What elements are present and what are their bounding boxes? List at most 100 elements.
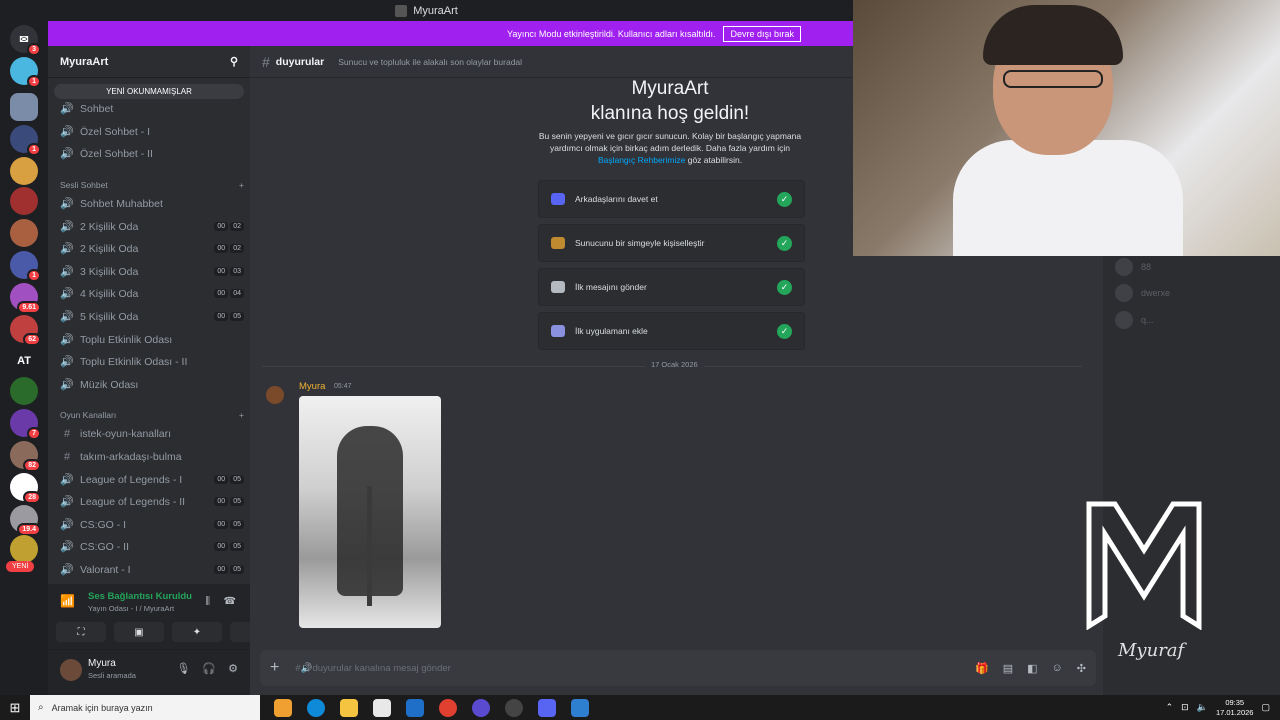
- message-composer[interactable]: + #🔊duyurular kanalına mesaj gönder 🎁 ▤ …: [260, 650, 1096, 686]
- channel-item[interactable]: 🔊 3 Kişilik Oda 00 03: [56, 261, 244, 282]
- sticker-icon[interactable]: ◧: [1027, 662, 1037, 675]
- channel-topic[interactable]: Sunucu ve topluluk ile alakalı son olayl…: [338, 57, 522, 67]
- apps-icon[interactable]: ✣: [1077, 662, 1086, 675]
- member-item[interactable]: 88: [1115, 258, 1151, 276]
- screen-share-icon[interactable]: ▣: [114, 622, 164, 642]
- server-icon[interactable]: [10, 535, 38, 563]
- task-invite-friends[interactable]: Arkadaşlarını davet et ✓: [538, 180, 805, 218]
- check-icon: ✓: [777, 323, 792, 339]
- add-channel-icon[interactable]: +: [239, 410, 244, 420]
- channel-item[interactable]: 🔊 5 Kişilik Oda 00 05: [56, 306, 244, 327]
- channel-item[interactable]: 🔊 2 Kişilik Oda 00 02: [56, 216, 244, 237]
- add-channel-icon[interactable]: +: [239, 180, 244, 190]
- task-add-app[interactable]: İlk uygulamanı ekle ✓: [538, 312, 805, 350]
- username[interactable]: Myura: [88, 658, 116, 669]
- composer-input[interactable]: #🔊duyurular kanalına mesaj gönder: [295, 663, 450, 674]
- edge-icon[interactable]: [307, 698, 325, 717]
- channel-item[interactable]: 🔊 Özel Sohbet - I: [56, 121, 244, 142]
- volume-icon[interactable]: 🔈: [1197, 702, 1208, 713]
- task-customize-icon[interactable]: Sunucunu bir simgeyle kişiselleştir ✓: [538, 224, 805, 262]
- channel-item[interactable]: 🔊 CS:GO - I 00 05: [56, 514, 244, 535]
- user-limit: 00 02: [214, 244, 244, 253]
- app-icon[interactable]: [571, 698, 589, 717]
- discord-icon[interactable]: [538, 698, 556, 717]
- task-first-message[interactable]: İlk mesajını gönder ✓: [538, 268, 805, 306]
- server-icon[interactable]: 7: [10, 409, 41, 440]
- server-icon[interactable]: 9.61: [10, 283, 41, 314]
- folder-icon[interactable]: [340, 698, 358, 717]
- new-servers-pill[interactable]: YENİ: [6, 561, 35, 572]
- server-icon[interactable]: 19.4: [10, 505, 41, 536]
- clock[interactable]: 09:35 17.01.2026: [1216, 698, 1254, 718]
- store-icon[interactable]: [373, 698, 391, 717]
- gif-icon[interactable]: ▤: [1003, 662, 1013, 675]
- noise-suppression-icon[interactable]: ⫼: [205, 596, 210, 607]
- home-icon[interactable]: ✉ 3: [10, 25, 41, 56]
- notification-icon[interactable]: ▢: [1261, 702, 1270, 713]
- server-icon[interactable]: [10, 187, 38, 215]
- server-icon[interactable]: AT: [10, 347, 38, 375]
- channel-item[interactable]: 🔊 Sohbet Muhabbet: [56, 193, 244, 214]
- category-voice[interactable]: Sesli Sohbet +: [60, 180, 244, 190]
- mail-icon[interactable]: [406, 698, 424, 717]
- add-member-icon[interactable]: ⚲: [230, 55, 238, 68]
- emoji-icon[interactable]: ☺: [1052, 662, 1063, 675]
- network-icon[interactable]: ⊡: [1181, 702, 1189, 713]
- chrome-icon[interactable]: [439, 698, 457, 717]
- app-icon[interactable]: [274, 698, 292, 717]
- server-icon[interactable]: 82: [10, 441, 41, 472]
- chevron-up-icon[interactable]: ⌃: [1166, 702, 1174, 713]
- message-image[interactable]: [299, 396, 441, 628]
- disconnect-icon[interactable]: ☎: [224, 596, 236, 607]
- windows-start-icon[interactable]: ⊞: [0, 695, 30, 720]
- channel-item[interactable]: 🔊 Müzik Odası: [56, 374, 244, 395]
- server-icon[interactable]: 1: [10, 125, 41, 156]
- channel-item[interactable]: 🔊 Toplu Etkinlik Odası - II: [56, 351, 244, 372]
- clock-date: 17.01.2026: [1215, 707, 1254, 717]
- activities-icon[interactable]: ✦: [172, 622, 222, 642]
- app-icon[interactable]: [472, 698, 490, 717]
- channel-item[interactable]: 🔊 CS:GO - II 00 05: [56, 536, 244, 557]
- channel-item[interactable]: 🔊 2 Kişilik Oda 00 02: [56, 238, 244, 259]
- server-header[interactable]: MyuraArt ⚲: [48, 46, 250, 78]
- guide-link[interactable]: Başlangıç Rehberimize: [598, 155, 685, 165]
- voice-location[interactable]: Yayın Odası - I / MyuraArt: [88, 604, 174, 613]
- search-input[interactable]: Aramak için buraya yazın: [52, 703, 153, 713]
- server-icon[interactable]: [10, 93, 38, 121]
- server-icon[interactable]: 28: [10, 473, 41, 504]
- unread-pill[interactable]: YENİ OKUNMAMIŞLAR: [54, 84, 244, 99]
- server-icon[interactable]: [10, 157, 38, 185]
- plus-icon[interactable]: +: [270, 659, 279, 677]
- taskbar-search[interactable]: ⌕ Aramak için buraya yazın: [30, 695, 260, 720]
- microphone-icon[interactable]: 🎙: [176, 662, 190, 675]
- badge: 3: [27, 43, 41, 56]
- channel-item[interactable]: # istek-oyun-kanalları: [56, 423, 244, 444]
- channel-item[interactable]: 🔊 League of Legends - II 00 05: [56, 491, 244, 512]
- channel-item[interactable]: # takım-arkadaşı-bulma: [56, 446, 244, 467]
- signal-icon[interactable]: 📶: [60, 594, 75, 608]
- channel-item[interactable]: 🔊 Valorant - I 00 05: [56, 559, 244, 580]
- disable-streamer-mode-button[interactable]: Devre dışı bırak: [723, 25, 801, 42]
- channel-item[interactable]: 🔊 Toplu Etkinlik Odası: [56, 329, 244, 350]
- gift-icon[interactable]: 🎁: [975, 662, 989, 675]
- headphones-icon[interactable]: 🎧: [202, 662, 216, 675]
- channel-item[interactable]: 🔊 4 Kişilik Oda 00 04: [56, 283, 244, 304]
- channel-item[interactable]: 🔊 League of Legends - I 00 05: [56, 469, 244, 490]
- channel-item[interactable]: 🔊 Sohbet: [56, 98, 244, 119]
- message-author[interactable]: Myura: [299, 381, 325, 392]
- server-icon[interactable]: 62: [10, 315, 41, 346]
- voice-channel-icon: 🔊: [60, 541, 74, 553]
- obs-icon[interactable]: [505, 698, 523, 717]
- server-icon[interactable]: 1: [10, 251, 41, 282]
- avatar[interactable]: [60, 659, 82, 681]
- category-games[interactable]: Oyun Kanalları +: [60, 410, 244, 420]
- avatar[interactable]: [266, 386, 284, 404]
- member-item[interactable]: q...: [1115, 311, 1154, 329]
- server-icon[interactable]: [10, 377, 38, 405]
- server-icon[interactable]: [10, 219, 38, 247]
- camera-icon[interactable]: ⛶: [56, 622, 106, 642]
- channel-item[interactable]: 🔊 Özel Sohbet - II: [56, 143, 244, 164]
- server-icon[interactable]: 1: [10, 57, 41, 88]
- member-item[interactable]: dwerxe: [1115, 284, 1170, 302]
- gear-icon[interactable]: ⚙: [228, 662, 238, 675]
